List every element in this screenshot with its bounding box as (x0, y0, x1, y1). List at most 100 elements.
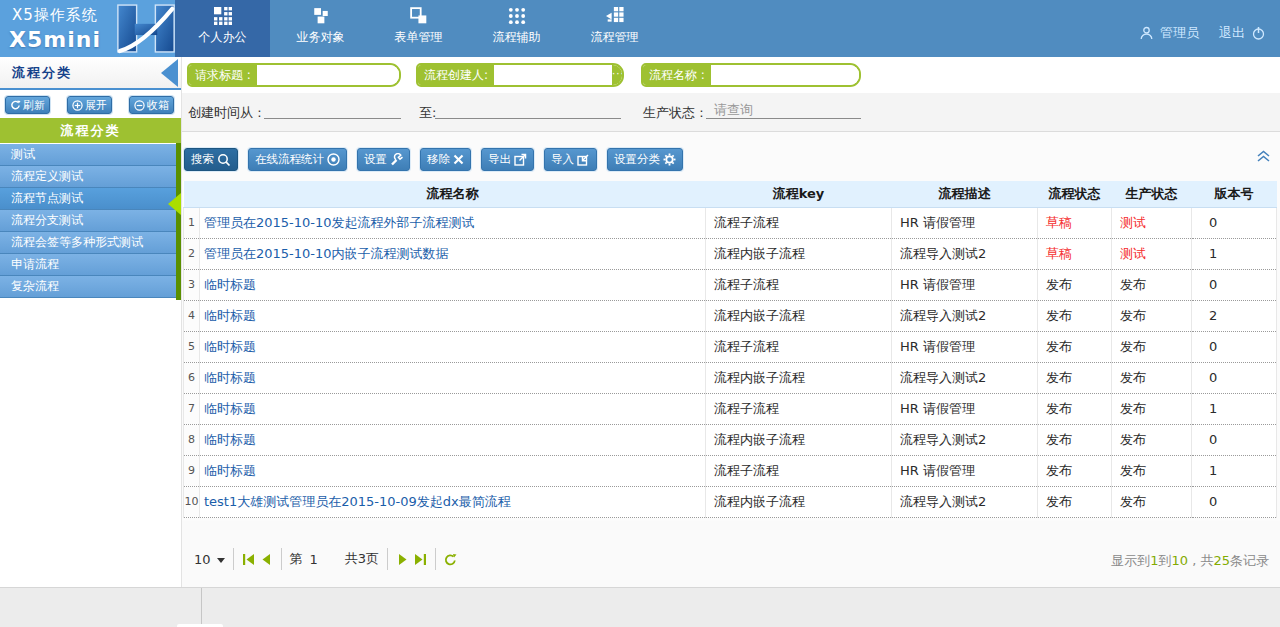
process-assist-icon (508, 7, 526, 25)
request-title-input[interactable] (257, 65, 401, 85)
collapse-button[interactable]: 收箱 (129, 96, 174, 114)
category-item[interactable]: 流程定义测试 (0, 166, 176, 188)
row-prod: 发布 (1112, 486, 1192, 517)
category-item[interactable]: 流程分支测试 (0, 210, 176, 232)
col-header-status[interactable]: 流程状态 (1038, 181, 1112, 207)
row-prod: 测试 (1112, 207, 1192, 238)
process-link[interactable]: 临时标题 (204, 277, 256, 292)
process-creator-input[interactable] (494, 65, 612, 85)
last-page-icon[interactable] (414, 553, 427, 566)
production-status-input[interactable]: 请查询 (706, 101, 861, 119)
search-button[interactable]: 搜索 (184, 148, 238, 171)
row-key: 流程内嵌子流程 (706, 238, 892, 269)
logo-subtitle: X5mini (9, 27, 101, 52)
summary-text: , 共 (1188, 553, 1213, 568)
table-row: 8临时标题流程内嵌子流程流程导入测试2发布发布0 (184, 424, 1277, 455)
row-desc: HR 请假管理 (892, 207, 1038, 238)
category-item[interactable]: 申请流程 (0, 254, 176, 276)
reload-icon[interactable] (444, 553, 457, 566)
power-icon[interactable] (1251, 26, 1266, 41)
toolbar-buttons: 搜索在线流程统计设置移除导出导入设置分类 (184, 148, 683, 171)
row-key: 流程内嵌子流程 (706, 424, 892, 455)
row-status: 发布 (1038, 455, 1112, 486)
table-row: 4临时标题流程内嵌子流程流程导入测试2发布发布2 (184, 300, 1277, 331)
row-status: 发布 (1038, 269, 1112, 300)
row-version: 0 (1192, 207, 1277, 238)
process-table: 流程名称 流程key 流程描述 流程状态 生产状态 版本号 1 管理员在2015-… (183, 181, 1277, 518)
row-version: 0 (1192, 362, 1277, 393)
total-pages: 共3页 (345, 550, 379, 568)
tab-process-management[interactable]: 流程管理 (567, 0, 662, 57)
sidebar-title-divider (0, 88, 181, 90)
process-link[interactable]: 临时标题 (204, 432, 256, 447)
sidebar: 流程分类 刷新展开收箱 流程分类 测试流程定义测试流程节点测试流程分支测试流程会… (0, 57, 181, 587)
process-link[interactable]: 临时标题 (204, 401, 256, 416)
row-num: 8 (184, 424, 200, 455)
process-link[interactable]: 临时标题 (204, 463, 256, 478)
set-category-button[interactable]: 设置分类 (607, 148, 683, 171)
created-to-input[interactable] (435, 101, 621, 119)
page-size-select[interactable]: 10 (194, 552, 225, 567)
logo: X5操作系统 X5mini (0, 0, 180, 57)
tab-business-object[interactable]: 业务对象 (273, 0, 368, 57)
category-item[interactable]: 流程节点测试 (0, 188, 176, 210)
category-item[interactable]: 复杂流程 (0, 276, 176, 298)
row-num: 6 (184, 362, 200, 393)
process-link[interactable]: 管理员在2015-10-10内嵌子流程测试数据 (204, 246, 449, 261)
process-link[interactable]: 临时标题 (204, 308, 256, 323)
settings-button[interactable]: 设置 (357, 148, 410, 171)
prev-page-icon[interactable] (260, 553, 273, 566)
tab-personal-office[interactable]: 个人办公 (175, 0, 270, 57)
record-summary: 显示到1到10 , 共25条记录 (1111, 552, 1269, 570)
table-row: 6临时标题流程内嵌子流程流程导入测试2发布发布0 (184, 362, 1277, 393)
collapse-search-icon[interactable] (1256, 149, 1271, 163)
pagination-bar: 10 第 1 共3页 (182, 521, 1280, 587)
row-num: 2 (184, 238, 200, 269)
page-word: 第 (290, 550, 303, 568)
tab-form-management[interactable]: 表单管理 (371, 0, 466, 57)
process-link[interactable]: 临时标题 (204, 339, 256, 354)
row-desc: HR 请假管理 (892, 455, 1038, 486)
col-header-desc[interactable]: 流程描述 (892, 181, 1038, 207)
row-desc: HR 请假管理 (892, 393, 1038, 424)
col-header-name[interactable]: 流程名称 (200, 181, 706, 207)
process-name-label: 流程名称 : (643, 65, 711, 85)
import-button[interactable]: 导入 (544, 148, 597, 171)
process-link[interactable]: test1大雄测试管理员在2015-10-09发起dx最简流程 (204, 494, 511, 509)
pager-controls: 10 第 1 共3页 (194, 547, 457, 571)
process-link[interactable]: 管理员在2015-10-10发起流程外部子流程测试 (204, 215, 475, 230)
logout-button[interactable]: 退出 (1219, 24, 1245, 42)
first-page-icon[interactable] (242, 553, 255, 566)
online-stats-button[interactable]: 在线流程统计 (248, 148, 347, 171)
table-row: 5临时标题流程子流程HR 请假管理发布发布0 (184, 331, 1277, 362)
category-item[interactable]: 流程会签等多种形式测试 (0, 232, 176, 254)
remove-button[interactable]: 移除 (420, 148, 471, 171)
user-name[interactable]: 管理员 (1160, 24, 1199, 42)
summary-to: 10 (1172, 553, 1189, 568)
row-name: 临时标题 (200, 331, 706, 362)
row-version: 1 (1192, 238, 1277, 269)
row-key: 流程子流程 (706, 455, 892, 486)
refresh-button[interactable]: 刷新 (5, 96, 50, 114)
export-button[interactable]: 导出 (481, 148, 534, 171)
current-page[interactable]: 1 (310, 552, 318, 567)
creator-picker-button[interactable]: ····· (612, 65, 624, 85)
tab-process-assist[interactable]: 流程辅助 (469, 0, 564, 57)
col-header-prod[interactable]: 生产状态 (1112, 181, 1192, 207)
process-name-input[interactable] (711, 65, 859, 85)
toolbar: 搜索在线流程统计设置移除导出导入设置分类 (182, 133, 1280, 182)
row-desc: HR 请假管理 (892, 331, 1038, 362)
col-header-key[interactable]: 流程key (706, 181, 892, 207)
stats-icon (327, 153, 340, 166)
process-name-group: 流程名称 : (641, 63, 861, 87)
process-link[interactable]: 临时标题 (204, 370, 256, 385)
nav-tabs: 个人办公业务对象表单管理流程辅助流程管理 (175, 0, 662, 57)
expand-button[interactable]: 展开 (67, 96, 112, 114)
category-item[interactable]: 测试 (0, 144, 176, 166)
page-size-value: 10 (194, 552, 211, 567)
sidebar-collapse-arrow-icon[interactable] (161, 59, 178, 87)
next-page-icon[interactable] (396, 553, 409, 566)
created-from-input[interactable] (264, 101, 401, 119)
col-header-version[interactable]: 版本号 (1192, 181, 1277, 207)
expand-icon (72, 100, 83, 111)
